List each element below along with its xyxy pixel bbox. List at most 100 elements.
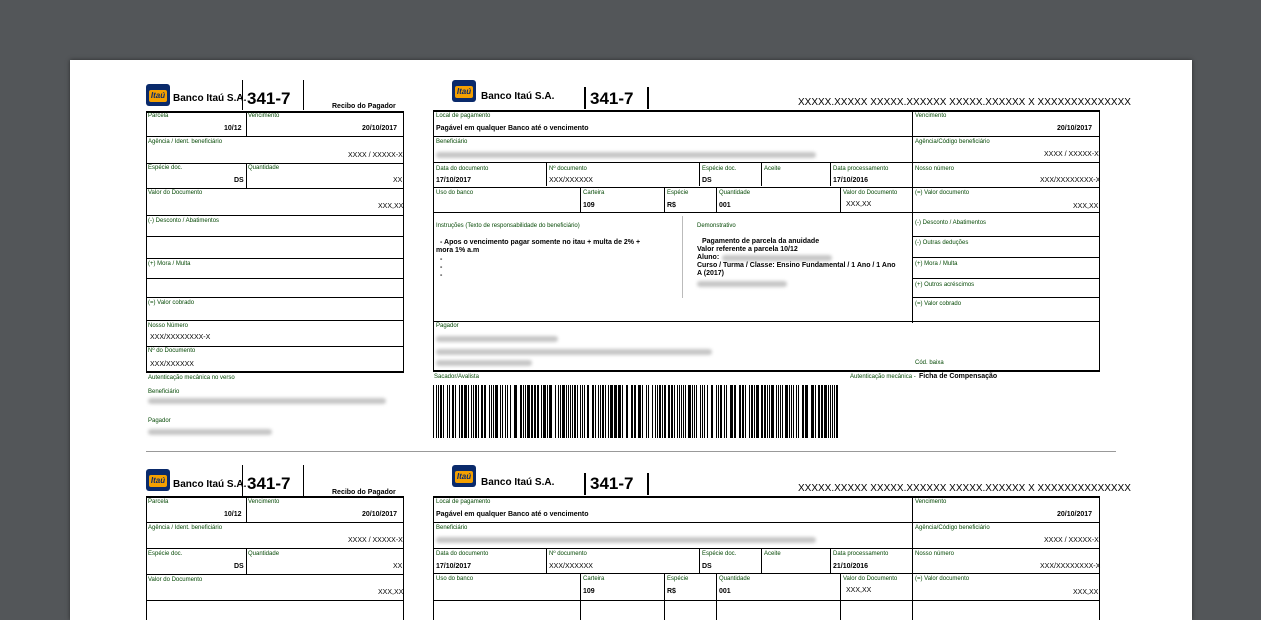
data-documento-label-2: Data do documento	[436, 551, 489, 557]
itau-logo-icon: Itaú	[452, 465, 476, 487]
desconto-label: (-) Desconto / Abatimentos	[148, 218, 220, 224]
especie-label-2: Espécie	[667, 576, 689, 582]
sacador-label: Sacador/Avalista	[434, 374, 479, 380]
valor-documento-value-2: XXX,XX	[378, 589, 404, 596]
carteira-label-2: Carteira	[583, 576, 605, 582]
quantidade-label: Quantidade	[248, 165, 280, 171]
quantidade-value: XX	[393, 177, 403, 184]
quantidade-label-2: Quantidade	[248, 551, 280, 557]
linha-digitavel-2: XXXXX.XXXXX XXXXX.XXXXXX XXXXX.XXXXXX X …	[798, 483, 1131, 494]
valor-documento-value: XXX,XX	[378, 203, 404, 210]
pagador-label: Pagador	[436, 323, 459, 329]
valor-documento-ficha-label: (=) Valor documento	[915, 190, 970, 196]
desconto-ficha-label: (-) Desconto / Abatimentos	[915, 220, 987, 226]
itau-logo-icon: Itaú	[146, 84, 170, 106]
n-documento-value: XXX/XXXXXX	[150, 361, 194, 368]
recibo-title: Recibo do Pagador	[332, 103, 396, 110]
beneficiario-label-2: Beneficiário	[436, 525, 468, 531]
especie-value: R$	[667, 202, 676, 209]
demo-aluno: Aluno:	[697, 254, 720, 261]
data-documento-label: Data do documento	[436, 166, 489, 172]
especie-value-2: R$	[667, 588, 676, 595]
demo-line-3: Curso / Turma / Classe: Ensino Fundament…	[697, 262, 896, 269]
parcela-value: 10/12	[224, 125, 242, 132]
bank-code: 341-7	[247, 89, 291, 108]
no-documento-label-2: Nº documento	[549, 551, 587, 557]
autenticacao-ficha-label: Autenticação mecânica -	[850, 374, 916, 380]
n-documento-label: Nº do Documento	[148, 348, 196, 354]
local-pagamento-value: Pagável em qualquer Banco até o vencimen…	[436, 125, 589, 132]
valor-documento-ficha-value-2: XXX,XX	[1073, 589, 1099, 596]
agencia-label: Agência / Ident. beneficiário	[148, 139, 223, 145]
no-documento-value: XXX/XXXXXX	[549, 177, 593, 184]
valor-documento-ficha-label-2: (=) Valor documento	[915, 576, 970, 582]
vencimento-ficha-value: 20/10/2017	[1057, 125, 1093, 132]
data-documento-value-2: 17/10/2017	[436, 563, 472, 570]
barcode	[433, 385, 841, 438]
mora-ficha-label: (+) Mora / Multa	[915, 261, 958, 267]
especie-doc2-label-2: Espécie doc.	[702, 551, 737, 557]
data-processamento-value: 17/10/2016	[833, 177, 869, 184]
aceite-label-2: Aceite	[764, 551, 781, 557]
valor-documento-mid-value: XXX,XX	[846, 201, 872, 208]
vencimento-ficha-label-2: Vencimento	[915, 499, 947, 505]
bank-code-ficha-2: 341-7	[590, 474, 634, 493]
autenticacao-verso-label: Autenticação mecânica no verso	[148, 375, 235, 381]
bank-name-2: Banco Itaú S.A.	[173, 479, 247, 490]
bank-name-ficha: Banco Itaú S.A.	[481, 91, 555, 102]
outras-deducoes-label: (-) Outras deduções	[915, 240, 969, 246]
mora-label: (+) Mora / Multa	[148, 261, 191, 267]
parcela-value-2: 10/12	[224, 511, 242, 518]
especie-label: Espécie	[667, 190, 689, 196]
agencia-value-2: XXXX / XXXXX-X	[348, 537, 403, 544]
local-pagamento-label: Local de pagamento	[436, 113, 491, 119]
valor-documento-label: Valor do Documento	[148, 190, 203, 196]
instrucao-bullet: -	[440, 272, 443, 279]
outros-acrescimos-label: (+) Outros acréscimos	[915, 282, 975, 288]
no-documento-label: Nº documento	[549, 166, 587, 172]
demonstrativo-label: Demonstrativo	[697, 223, 736, 229]
itau-logo-icon: Itaú	[146, 469, 170, 491]
local-pagamento-value-2: Pagável em qualquer Banco até o vencimen…	[436, 511, 589, 518]
local-pagamento-label-2: Local de pagamento	[436, 499, 491, 505]
agencia-value: XXXX / XXXXX-X	[348, 152, 403, 159]
valor-documento-label-2: Valor do Documento	[148, 577, 203, 583]
vencimento-value: 20/10/2017	[362, 125, 398, 132]
especie-doc2-label: Espécie doc.	[702, 166, 737, 172]
valor-documento-mid-label-2: Valor do Documento	[843, 576, 898, 582]
nosso-numero-value-2: XXX/XXXXXXXX-X	[1040, 563, 1101, 570]
especie-doc-label-2: Espécie doc.	[148, 551, 183, 557]
vencimento-label: Vencimento	[248, 113, 280, 119]
linha-digitavel: XXXXX.XXXXX XXXXX.XXXXXX XXXXX.XXXXXX X …	[798, 97, 1131, 108]
data-processamento-value-2: 21/10/2016	[833, 563, 869, 570]
nosso-numero2-label: Nosso número	[915, 166, 955, 172]
instrucao-1: - Apos o vencimento pagar somente no ita…	[440, 239, 641, 246]
bank-name-ficha-2: Banco Itaú S.A.	[481, 477, 555, 488]
valor-cobrado-label: (=) Valor cobrado	[148, 300, 195, 306]
carteira-value: 109	[583, 202, 595, 209]
boleto-page: Itaú Banco Itaú S.A. 341-7 Recibo do Pag…	[70, 60, 1192, 620]
agencia-codigo-label: Agência/Código beneficiário	[915, 139, 990, 145]
data-processamento-label-2: Data processamento	[833, 551, 889, 557]
agencia-codigo-value: XXXX / XXXXX-X	[1044, 151, 1099, 158]
bank-code-2: 341-7	[247, 474, 291, 493]
instrucao-bullet: -	[440, 264, 443, 271]
quantidade-ficha-label-2: Quantidade	[719, 576, 751, 582]
nosso-numero2-label-2: Nosso número	[915, 551, 955, 557]
cod-baixa-label: Cód. baixa	[915, 360, 944, 366]
valor-documento-mid-value-2: XXX,XX	[846, 587, 872, 594]
demo-line-1: Pagamento de parcela da anuidade	[702, 238, 820, 245]
quantidade-value-2: XX	[393, 563, 403, 570]
pagador-recibo-label: Pagador	[148, 418, 171, 424]
uso-banco-label-2: Uso do banco	[436, 576, 474, 582]
itau-logo-icon: Itaú	[452, 80, 476, 102]
carteira-value-2: 109	[583, 588, 595, 595]
recibo-title-2: Recibo do Pagador	[332, 489, 396, 496]
instrucao-2: mora 1% a.m	[436, 247, 480, 254]
valor-cobrado-ficha-label: (=) Valor cobrado	[915, 301, 962, 307]
quantidade-ficha-value-2: 001	[719, 588, 731, 595]
uso-banco-label: Uso do banco	[436, 190, 474, 196]
nosso-numero-recibo-value: XXX/XXXXXXXX-X	[150, 334, 211, 341]
vencimento-label-2: Vencimento	[248, 499, 280, 505]
vencimento-value-2: 20/10/2017	[362, 511, 398, 518]
